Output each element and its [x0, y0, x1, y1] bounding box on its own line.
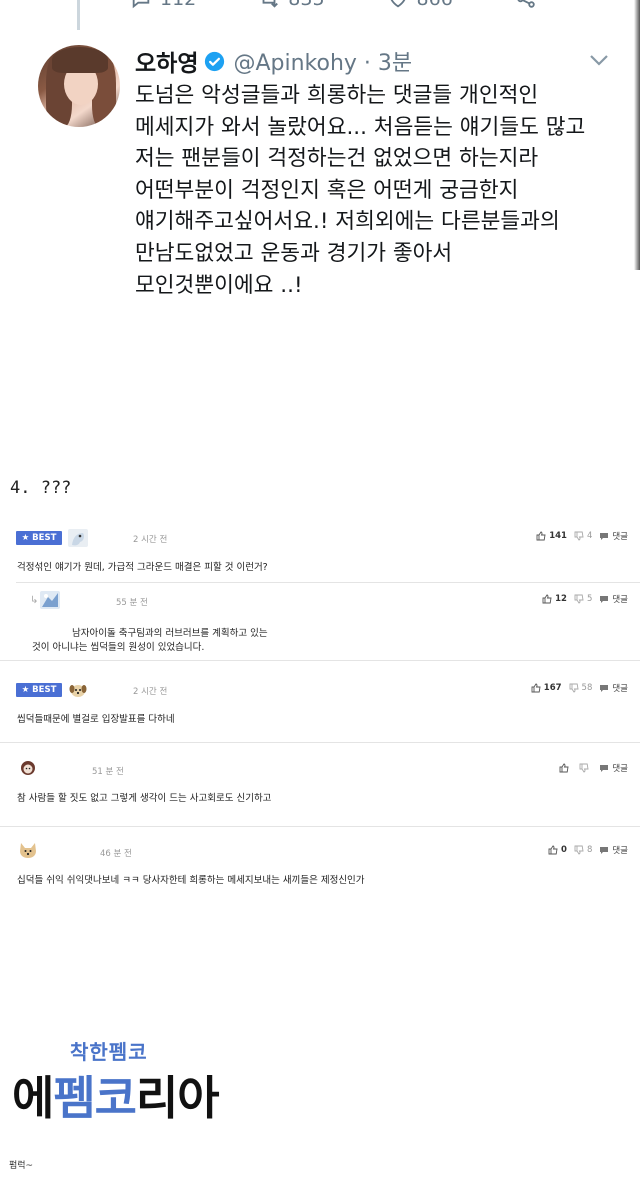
comment-text-line: 남자아이돌 축구팀과의 러브러브를 계획하고 있는 — [72, 628, 268, 639]
downvote-count: 4 — [586, 531, 593, 541]
logo-subtitle: 착한펨코 — [70, 1040, 148, 1064]
thumbs-down-icon[interactable] — [579, 763, 589, 773]
tweet-header: 오하영 @Apinkohy · 3분 — [135, 44, 412, 78]
reply-link[interactable]: 댓글 — [612, 593, 628, 605]
speech-bubble-icon[interactable] — [599, 845, 609, 855]
thread-line — [77, 0, 80, 30]
speech-bubble-icon[interactable] — [599, 531, 609, 541]
downvote-count: 8 — [586, 845, 593, 855]
speech-bubble-icon[interactable] — [599, 763, 609, 773]
divider — [0, 660, 640, 661]
tweet-line: 어떤부분이 걱정인지 혹은 어떤게 궁금한지 — [135, 177, 519, 203]
best-badge: ★ BEST — [16, 683, 62, 697]
reply-item: ↳ 55 분 전 12 5 댓글 남자아이돌 축구팀과의 러브러브를 계획하고 … — [16, 582, 640, 653]
upvote-count: 12 — [555, 594, 567, 604]
logo-title: 에펨코리아 — [12, 1062, 220, 1128]
comment-stats: 167 58 댓글 — [531, 682, 628, 694]
thumbs-down-icon[interactable] — [574, 845, 584, 855]
comment-text: 씹덕들때문에 별걸로 입장발표를 다하네 — [17, 714, 175, 725]
thumbs-down-icon[interactable] — [574, 531, 584, 541]
author-avatar[interactable] — [38, 45, 120, 127]
speech-bubble-icon[interactable] — [599, 683, 609, 693]
user-avatar-icon[interactable] — [18, 759, 38, 777]
tweet-line: 저는 팬분들이 걱정하는건 없었으면 하는지라 — [135, 146, 539, 172]
share-icon — [517, 0, 535, 8]
comment-stats: 12 5 댓글 — [542, 593, 628, 605]
tweet-line: 얘기해주고싶어서요.! 저희외에는 다른분들과의 — [135, 209, 560, 235]
divider — [0, 742, 640, 743]
verified-badge-icon — [205, 51, 225, 71]
footer-text: 펌럭~ — [9, 1161, 34, 1171]
retweet-count: 835 — [288, 0, 324, 10]
user-avatar-icon[interactable] — [68, 529, 88, 547]
tweet-card: 112 835 866 오하영 @Apinkohy · 3분 도넘은 악성글들과… — [0, 0, 640, 300]
reply-count: 112 — [160, 0, 196, 10]
comment-time: 46 분 전 — [100, 849, 132, 859]
comment-item: 46 분 전 0 8 댓글 십덕들 쉬익 쉬익댓나보네 ㅋㅋ 당사자한테 희롱하… — [0, 834, 640, 900]
thumbs-up-icon[interactable] — [542, 594, 552, 604]
reply-action[interactable]: 112 — [130, 0, 196, 10]
comment-stats: 댓글 — [559, 762, 628, 774]
user-avatar-icon[interactable] — [68, 681, 88, 699]
tweet-action-bar: 112 835 866 — [130, 0, 550, 12]
downvote-count: 58 — [581, 683, 593, 693]
comment-text-line: 것이 아니냐는 씹덕들의 원성이 있었습니다. — [32, 642, 205, 653]
comment-list: ★ BEST 2 시간 전 141 4 댓글 걱정섞인 얘기가 뭔데, 가급적 … — [0, 520, 640, 902]
speech-bubble-icon[interactable] — [599, 594, 609, 604]
like-count: 866 — [417, 0, 453, 10]
site-logo: 착한펨코 에펨코리아 — [12, 1036, 272, 1125]
upvote-count: 0 — [561, 845, 567, 855]
tweet-text: 도넘은 악성글들과 희롱하는 댓글들 개인적인 메세지가 와서 놀랐어요... … — [135, 80, 615, 301]
comment-text: 참 사람들 할 짓도 없고 그렇게 생각이 드는 사고회로도 신기하고 — [17, 793, 272, 804]
reply-icon — [132, 0, 150, 9]
share-action[interactable] — [515, 0, 537, 10]
retweet-icon — [262, 0, 279, 8]
screenshot-edge — [634, 0, 640, 270]
heart-icon — [390, 0, 405, 8]
comment-stats: 0 8 댓글 — [548, 844, 628, 856]
comment-text: 십덕들 쉬익 쉬익댓나보네 ㅋㅋ 당사자한테 희롱하는 메세지보내는 새끼들은 … — [17, 875, 365, 886]
thumbs-up-icon[interactable] — [536, 531, 546, 541]
comment-time: 2 시간 전 — [133, 687, 168, 697]
tweet-line: 만남도없었고 운동과 경기가 좋아서 — [135, 240, 453, 266]
comment-time: 51 분 전 — [92, 767, 124, 777]
comment-item: ★ BEST 2 시간 전 167 58 댓글 씹덕들때문에 별걸로 입장발표를… — [0, 672, 640, 742]
upvote-count: 167 — [543, 683, 562, 693]
author-name[interactable]: 오하영 — [135, 44, 198, 78]
reply-link[interactable]: 댓글 — [612, 844, 628, 856]
logo-part-highlight: 펨코 — [53, 1071, 137, 1125]
comment-stats: 141 4 댓글 — [536, 530, 628, 542]
reply-link[interactable]: 댓글 — [612, 762, 628, 774]
section-heading: 4. ??? — [10, 478, 72, 498]
logo-part: 리아 — [135, 1071, 220, 1125]
reply-link[interactable]: 댓글 — [612, 682, 628, 694]
user-avatar-icon[interactable] — [18, 841, 38, 859]
comment-time: 2 시간 전 — [133, 535, 168, 545]
thumbs-up-icon[interactable] — [559, 763, 569, 773]
user-avatar-icon[interactable] — [40, 591, 60, 609]
upvote-count: 141 — [549, 531, 567, 541]
chevron-down-icon[interactable] — [588, 52, 610, 68]
tweet-line: 모인것뿐이에요 ..! — [135, 272, 303, 298]
logo-part: 에 — [12, 1071, 54, 1125]
downvote-count: 5 — [586, 594, 593, 604]
tweet-line: 메세지가 와서 놀랐어요... 처음듣는 얘기들도 많고 — [135, 114, 586, 140]
comment-time: 55 분 전 — [116, 598, 148, 608]
comment-item: 51 분 전 댓글 참 사람들 할 짓도 없고 그렇게 생각이 드는 사고회로도… — [0, 752, 640, 822]
reply-link[interactable]: 댓글 — [612, 530, 628, 542]
author-handle-time[interactable]: @Apinkohy · 3분 — [233, 45, 412, 77]
thumbs-up-icon[interactable] — [548, 845, 558, 855]
thumbs-down-icon[interactable] — [569, 683, 579, 693]
thumbs-down-icon[interactable] — [574, 594, 584, 604]
comment-text: 걱정섞인 얘기가 뭔데, 가급적 그라운드 매결은 피할 것 이런거? — [17, 562, 268, 573]
reply-arrow-icon: ↳ — [30, 595, 39, 606]
comment-item: ★ BEST 2 시간 전 141 4 댓글 걱정섞인 얘기가 뭔데, 가급적 … — [0, 520, 640, 660]
retweet-action[interactable]: 835 — [258, 0, 325, 10]
like-action[interactable]: 866 — [387, 0, 453, 10]
tweet-line: 도넘은 악성글들과 희롱하는 댓글들 개인적인 — [135, 83, 539, 108]
divider — [0, 826, 640, 827]
best-badge: ★ BEST — [16, 531, 62, 545]
thumbs-up-icon[interactable] — [531, 683, 541, 693]
